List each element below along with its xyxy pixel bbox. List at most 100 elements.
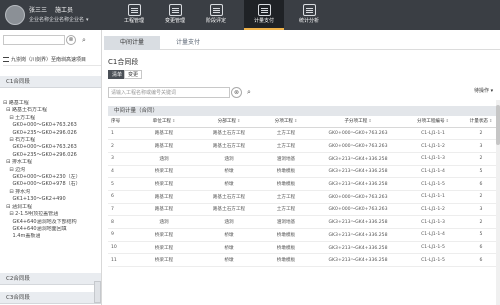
cell-sub-subitem: GK3+213～GK4+336.258 [312,152,404,166]
search-icon[interactable]: ⌕ [79,35,89,45]
cell-status: 3 [462,139,500,153]
cell-division: 桥墩 [198,253,260,268]
table-row[interactable]: 2 路基工程 路基土石方工程 土方工程 GK0+000～GK0+763.263 C1-LJ… [108,139,500,153]
tree-node[interactable]: ⊟ 排水工程 [3,159,101,166]
tree-node[interactable]: ⊟ 路基土石方工程 [3,107,101,114]
cell-index: 8 [108,215,130,229]
cell-code: C1-LJ1-1-2 [404,139,462,153]
evaluation-icon [209,4,223,16]
cell-division: 路基土石方工程 [198,203,260,217]
nav-change[interactable]: 变更管理 [155,0,195,30]
section-c1[interactable]: C1合同段 [0,76,101,88]
cell-subitem: 土方工程 [260,190,312,204]
table-row[interactable]: 3 涵洞 涵洞 涵洞地基 GK3+213～GK4+336.258 C1-LJ1-1-3 2 [108,152,500,166]
cell-division: 桥墩 [198,228,260,242]
col-code[interactable]: 分项工程编号⇕ [404,116,462,128]
tree-node[interactable]: GK4+640涵洞地及下部结构 [3,219,101,226]
col-status[interactable]: 计量状态⇕ [462,116,500,128]
table-row[interactable]: 9 桥梁工程 桥墩 桥墩模板 GK3+213～GK4+336.258 C1-LJ1-1-4… [108,228,500,242]
search-icon[interactable]: ⌕ [244,87,254,98]
tree-node[interactable]: GK0+000～GK0+978（右） [3,181,101,188]
cell-code: C1-LJ1-1-2 [404,203,462,217]
sort-icon: ⇕ [445,118,449,124]
cell-index: 2 [108,139,130,153]
change-icon [168,4,182,16]
nav-evaluation[interactable]: 阶段评定 [196,0,236,30]
tree-node[interactable]: ⊟ 边沟 [3,167,101,174]
col-subitem[interactable]: 分项工程⇕ [260,116,312,128]
col-unit-project[interactable]: 单位工程⇕ [130,116,198,128]
tree-node[interactable]: GK0+000～GK0+763.263 [3,122,101,129]
table-row[interactable]: 5 桥梁工程 桥墩 桥墩模板 GK3+213～GK4+336.258 C1-LJ1-1-5… [108,177,500,191]
cell-status: 5 [462,228,500,242]
tree-node[interactable]: GK0+000～GK0+230（左） [3,174,101,181]
section-c2[interactable]: C2合同段 [0,273,101,285]
tree-node[interactable]: ⊟ 石方工程 [3,137,101,144]
tree-node[interactable]: GK0+235～GK0+296.026 [3,152,101,159]
nav-label: 变更管理 [164,18,185,24]
table-row[interactable]: 7 路基工程 路基土石方工程 土方工程 GK0+000～GK0+763.263 C1-LJ… [108,203,500,217]
cell-code: C1-LJ1-1-5 [404,177,462,191]
cell-status: 2 [462,127,500,141]
cell-code: C1-LJ1-1-4 [404,228,462,242]
col-division[interactable]: 分部工程⇕ [198,116,260,128]
org-selector[interactable]: 企业名称企业名称企业名 ▾ [29,16,89,23]
table-row[interactable]: 8 涵洞 涵洞 涵洞地基 GK3+213～GK4+336.258 C1-LJ1-1-3 2 [108,215,500,229]
table-row[interactable]: 6 路基工程 路基土石方工程 土方工程 GK0+000～GK0+763.263 C1-LJ… [108,190,500,204]
tab-bar: 中间计量 计量支付 [104,36,500,50]
user-info: 张三三 施工员 [29,5,73,14]
cell-subitem: 土方工程 [260,127,312,141]
table-row[interactable]: 4 桥梁工程 桥墩 桥墩模板 GK3+213～GK4+336.258 C1-LJ1-1-4… [108,165,500,179]
cell-division: 涵洞 [198,152,260,166]
tree-node[interactable]: GK0+235～GK0+296.026 [3,130,101,137]
nav-label: 计量支付 [253,18,274,24]
cell-sub-subitem: GK0+000～GK0+763.263 [312,139,404,153]
cell-status: 6 [462,253,500,268]
collapse-handle[interactable] [94,281,101,303]
cell-code: C1-LJ1-1-5 [404,241,462,255]
table-row[interactable]: 11 桥梁工程 桥墩 桥墩模板 GK3+213～GK4+336.258 C1-LJ1-1-… [108,253,500,268]
tree-node[interactable]: 1.4m盖板涵 [3,233,101,240]
cell-code: C1-LJ1-1-3 [404,152,462,166]
table-row[interactable]: 10 桥梁工程 桥墩 桥墩模板 GK3+213～GK4+336.258 C1-LJ1-1-… [108,241,500,255]
cell-division: 涵洞 [198,215,260,229]
status-select[interactable]: 待操作 ▾ [474,86,500,96]
search-input[interactable]: 请输入工程名称或编号关键词 [108,87,230,98]
cell-index: 4 [108,165,130,179]
cell-status: 6 [462,177,500,191]
col-index[interactable]: 序号 [108,116,130,128]
tree-node[interactable]: ⊟ 路基工程 [3,100,101,107]
tree-node[interactable]: ⊟ 土方工程 [3,115,101,122]
col-sub-subitem[interactable]: 子分项工程⇕ [312,116,404,128]
cell-division: 桥墩 [198,241,260,255]
table-row[interactable]: 1 路基工程 路基土石方工程 土方工程 GK0+000～GK0+763.263 C1-LJ… [108,127,500,141]
nav-label: 统计分析 [298,18,319,24]
tree-node[interactable]: ⊟ 涵洞工程 [3,204,101,211]
scrollbar-thumb[interactable] [496,105,500,145]
tab-measure-payment[interactable]: 计量支付 [160,36,216,50]
avatar[interactable] [5,5,25,25]
cell-subitem: 桥墩模板 [260,241,312,255]
tree-node[interactable]: GK4+640涵洞地面回填 [3,226,101,233]
nav-payment[interactable]: 计量支付 [244,0,284,30]
tree-node[interactable]: GK0+000～GK0+763.263 [3,144,101,151]
cell-index: 6 [108,190,130,204]
cell-unit-project: 桥梁工程 [130,177,198,191]
menu-icon [3,57,9,62]
tree-node[interactable]: ⊟ 排水沟 [3,189,101,196]
tree-node[interactable]: GK1+130～GK2+490 [3,196,101,203]
cell-code: C1-LJ1-1-4 [404,165,462,179]
nav-project[interactable]: 工程管理 [114,0,154,30]
clear-icon[interactable]: ⊗ [66,35,76,45]
clear-icon[interactable]: ⊗ [231,87,242,98]
chevron-down-icon: ▾ [86,17,89,23]
project-title[interactable]: 九崇岗（川剑界）至南圳高速项目 [3,54,101,66]
tab-interim-measure[interactable]: 中间计量 [104,36,160,50]
tree-node[interactable]: ⊟ 2-1.5明顶拉盖管涵 [3,211,101,218]
cell-subitem: 涵洞地基 [260,152,312,166]
section-c3[interactable]: C3合同段 [0,292,101,304]
filter-chip-change[interactable]: 变更 [124,70,143,79]
nav-statistics[interactable]: 统计分析 [289,0,329,30]
tree-search-input[interactable] [3,35,65,45]
cell-unit-project: 路基工程 [130,139,198,153]
